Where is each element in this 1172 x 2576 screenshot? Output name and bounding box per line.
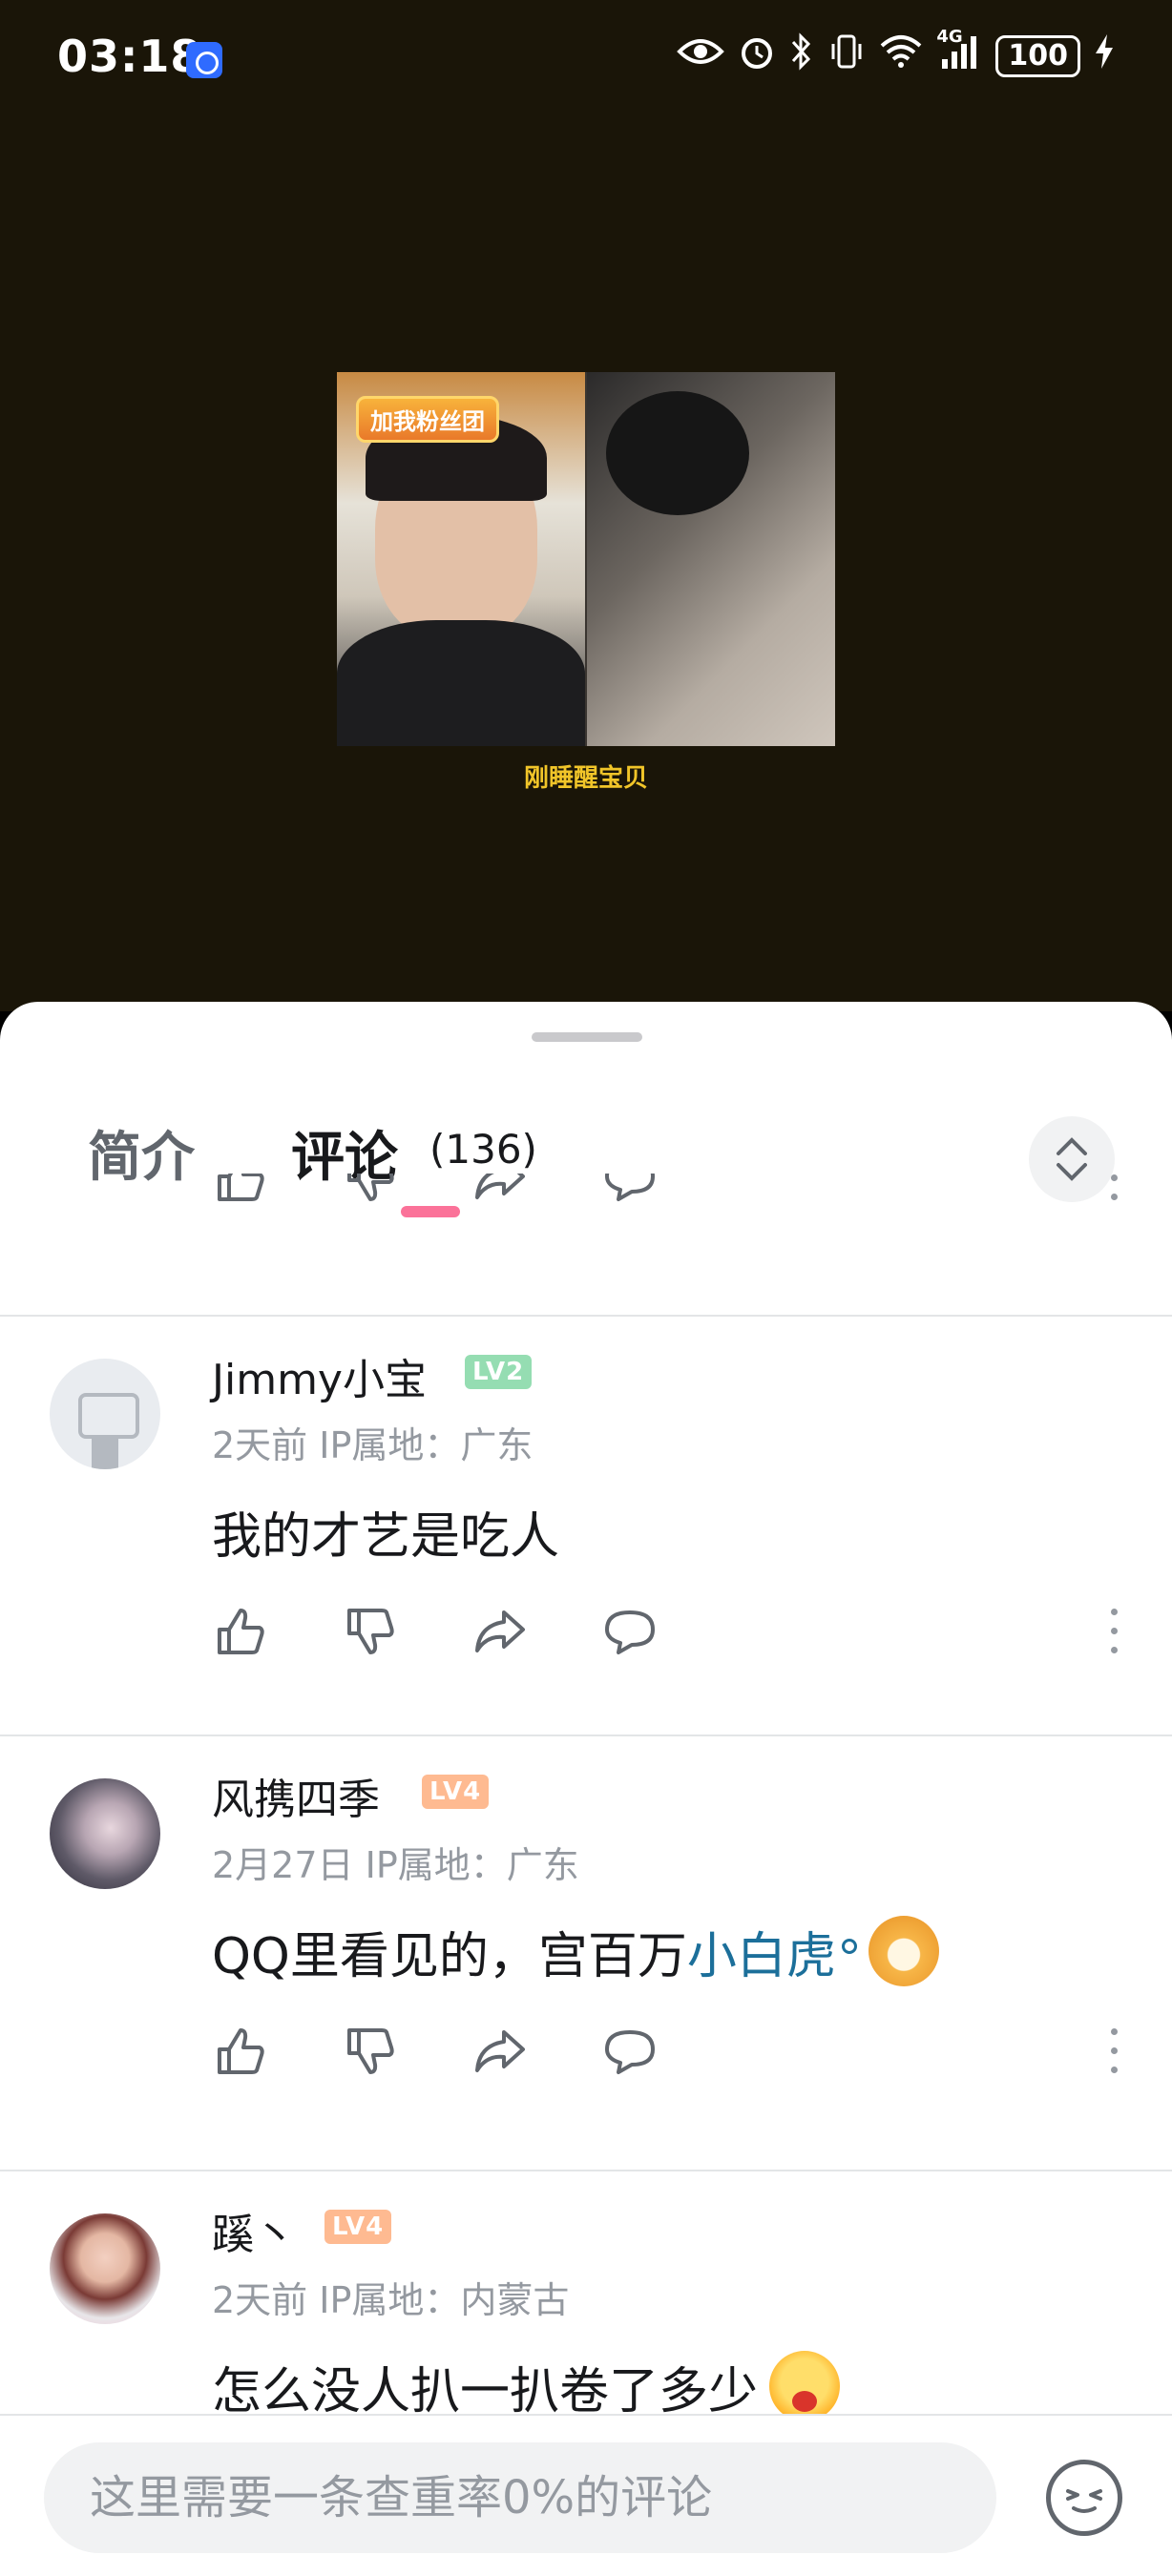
- video-thumbnail: 加我粉丝团: [337, 372, 835, 746]
- bluetooth-icon: [789, 32, 814, 79]
- avatar[interactable]: [50, 1778, 160, 1889]
- dislike-icon[interactable]: [342, 1174, 399, 1207]
- action-row: [212, 1593, 1128, 1670]
- level-badge: LV2: [465, 1355, 533, 1389]
- battery-icon: 100: [995, 34, 1080, 77]
- comment-input-bar: [0, 2414, 1172, 2576]
- comment-list[interactable]: Jimmy小宝 LV2 2天前 IP属地：广东 我的才艺是吃人 风携四季 LV4…: [0, 1174, 1172, 2462]
- signal-icon: 4G: [936, 27, 982, 79]
- video-right-panel: [587, 372, 835, 746]
- dislike-icon[interactable]: [342, 1603, 399, 1660]
- avatar[interactable]: [50, 1359, 160, 1469]
- search-icon: [841, 1939, 857, 1954]
- comment-input[interactable]: [44, 2442, 996, 2553]
- level-badge: LV4: [422, 1775, 490, 1809]
- more-icon[interactable]: [1099, 1603, 1128, 1660]
- status-icons: 4G 100: [677, 27, 1115, 79]
- eye-icon: [677, 34, 725, 77]
- status-time: 03:18: [57, 31, 202, 82]
- username[interactable]: 蹊丶: [212, 2200, 296, 2261]
- emoji-button[interactable]: [1046, 2460, 1122, 2536]
- cat-image: [606, 391, 749, 515]
- level-badge: LV4: [324, 2210, 392, 2244]
- dislike-icon[interactable]: [342, 2023, 399, 2080]
- more-icon[interactable]: [1099, 1174, 1128, 1207]
- alarm-icon: [738, 32, 776, 79]
- video-left-panel: 加我粉丝团: [337, 372, 585, 746]
- comment-item[interactable]: 风携四季 LV4 2月27日 IP属地：广东 QQ里看见的，宫百万小白虎: [0, 1736, 1172, 2156]
- comment-meta: 2天前 IP属地：广东: [212, 1424, 534, 1466]
- action-row: [212, 1174, 1128, 1216]
- avatar[interactable]: [50, 2213, 160, 2324]
- previous-comment-actions: [0, 1174, 1172, 1317]
- username[interactable]: 风携四季: [212, 1765, 380, 1826]
- shocked-emoji-icon: [769, 2351, 841, 2421]
- comment-meta: 2月27日 IP属地：广东: [212, 1844, 579, 1886]
- person-body: [337, 620, 585, 746]
- reply-icon[interactable]: [601, 1174, 659, 1207]
- comments-count: (136): [429, 1126, 537, 1173]
- action-row: [212, 2013, 1128, 2089]
- wifi-icon: [879, 32, 923, 79]
- comment-item[interactable]: Jimmy小宝 LV2 2天前 IP属地：广东 我的才艺是吃人: [0, 1317, 1172, 1736]
- comment-text: 怎么没人扒一扒卷了多少: [212, 2351, 841, 2422]
- comments-sheet: 简介 评论 (136) Jimmy小宝 LV2 2天前 IP属地：广东 我的才艺…: [0, 1002, 1172, 2576]
- network-label: 4G: [936, 27, 963, 47]
- reply-icon[interactable]: [601, 2023, 659, 2080]
- like-icon[interactable]: [212, 1174, 269, 1207]
- app-notification-icon: [186, 42, 222, 78]
- comment-meta: 2天前 IP属地：内蒙古: [212, 2279, 570, 2321]
- status-bar: 03:18 4G 100: [0, 0, 1172, 114]
- comment-text: QQ里看见的，宫百万小白虎: [212, 1916, 939, 1987]
- video-caption: 刚睡醒宝贝: [523, 764, 648, 793]
- like-icon[interactable]: [212, 1603, 269, 1660]
- share-icon[interactable]: [471, 2023, 529, 2080]
- comment-text-body: 怎么没人扒一扒卷了多少: [212, 2363, 759, 2420]
- like-icon[interactable]: [212, 2023, 269, 2080]
- sheet-grabber[interactable]: [532, 1032, 642, 1042]
- vibrate-icon: [827, 32, 866, 79]
- doge-emoji-icon: [868, 1916, 939, 1986]
- search-link[interactable]: 小白虎: [687, 1928, 836, 1985]
- share-icon[interactable]: [471, 1603, 529, 1660]
- charging-icon: [1094, 32, 1115, 79]
- fan-club-badge: 加我粉丝团: [356, 396, 499, 443]
- comment-text: 我的才艺是吃人: [212, 1508, 560, 1566]
- tab-bar: 简介 评论 (136): [0, 1069, 1172, 1217]
- video-player[interactable]: 03:18 4G 100 加我粉丝团 刚睡醒宝贝: [0, 0, 1172, 1011]
- reply-icon[interactable]: [601, 1603, 659, 1660]
- share-icon[interactable]: [471, 1174, 529, 1207]
- comment-text-prefix: QQ里看见的，宫百万: [212, 1928, 687, 1985]
- emoji-face-icon: [1066, 2489, 1102, 2513]
- username[interactable]: Jimmy小宝: [212, 1345, 427, 1406]
- more-icon[interactable]: [1099, 2023, 1128, 2080]
